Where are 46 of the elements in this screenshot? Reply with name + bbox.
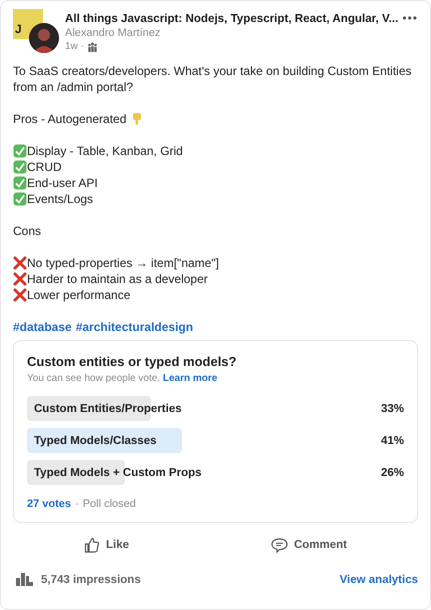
separator-dot: · [75, 498, 79, 510]
comment-icon [270, 538, 288, 552]
option-label: Typed Models/Classes [33, 434, 156, 446]
cross-mark-icon [13, 288, 27, 302]
cross-mark-icon [13, 256, 27, 270]
impressions-count: 5,743 impressions [41, 574, 141, 586]
more-options-button[interactable]: ••• [402, 11, 418, 25]
check-mark-icon [13, 192, 27, 206]
view-analytics-link[interactable]: View analytics [340, 574, 418, 586]
poll-note: You can see how people vote. Learn more [27, 372, 218, 385]
poll-question: Custom entities or typed models? [27, 353, 238, 370]
votes-link[interactable]: 27 votes [27, 498, 72, 510]
post-text: Events/Logs [27, 191, 94, 207]
option-label: Custom Entities/Properties [33, 402, 182, 414]
group-audience-icon [87, 42, 98, 52]
group-name[interactable]: All things Javascript: Nodejs, Typescript, React, Angular, V... [65, 11, 398, 26]
comment-button[interactable]: Comment [266, 535, 351, 555]
post-age: 1w [65, 40, 78, 53]
post-text: To SaaS creators/developers. What's your take on building Custom Entities from an /admin portal? [13, 63, 412, 95]
hashtag-link[interactable]: #database [13, 319, 72, 335]
poll-status: Poll closed [82, 498, 136, 510]
check-mark-icon [13, 176, 27, 190]
bar-chart-icon [16, 573, 33, 586]
option-percent: 33% [380, 402, 404, 414]
option-percent: 41% [380, 434, 404, 446]
post-text: Harder to maintain as a developer [27, 271, 208, 287]
post-text: Lower performance [27, 287, 130, 303]
option-label: Typed Models + Custom Props [33, 466, 202, 478]
check-mark-icon [13, 144, 27, 158]
post-text: Pros - Autogenerated [13, 111, 126, 127]
separator-dot: · [80, 40, 84, 53]
option-percent: 26% [380, 466, 404, 478]
post-text: End-user API [27, 175, 98, 191]
check-mark-icon [13, 160, 27, 174]
hashtag-link[interactable]: #architecturaldesign [76, 319, 194, 335]
like-button[interactable]: Like [80, 535, 133, 555]
author-name[interactable]: Alexandro Martínez [65, 26, 394, 40]
thumbs-up-icon [84, 537, 100, 553]
group-logo[interactable]: J [13, 9, 43, 39]
post-text: Cons [13, 223, 42, 239]
post-text: CRUD [27, 159, 62, 175]
post-text: No typed-properties → item["name"] [27, 255, 219, 271]
avatar-icon[interactable] [29, 23, 59, 53]
learn-more-link[interactable]: Learn more [162, 373, 218, 384]
post-text: Display - Table, Kanban, Grid [27, 143, 183, 159]
cross-mark-icon [13, 272, 27, 286]
